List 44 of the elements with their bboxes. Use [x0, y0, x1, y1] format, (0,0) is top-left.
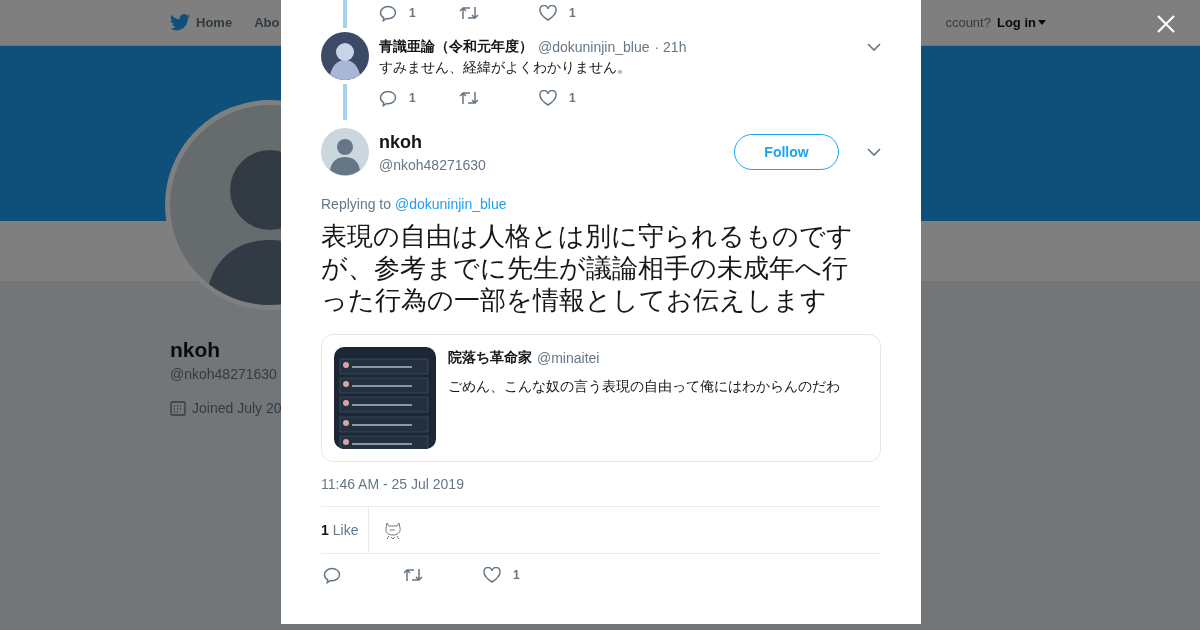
author-handle[interactable]: @nkoh48271630 — [379, 156, 724, 173]
action-count: 1 — [409, 6, 416, 20]
heart-icon[interactable] — [539, 90, 557, 106]
author-handle[interactable]: @dokuninjin_blue — [538, 39, 650, 55]
heart-icon[interactable] — [539, 5, 557, 21]
quoted-tweet[interactable]: 院落ち革命家 @minaitei ごめん、こんな奴の言う表現の自由って俺にはわからんのだわ — [321, 334, 881, 462]
author-handle[interactable]: @minaitei — [537, 350, 600, 366]
mention-link[interactable]: @dokuninjin_blue — [394, 196, 507, 212]
user-avatar — [321, 128, 369, 176]
profile-handle: @nkoh48271630 — [170, 366, 277, 382]
likes-count[interactable]: 1 Like — [321, 507, 370, 553]
reply-icon[interactable] — [379, 4, 397, 22]
quoted-text: ごめん、こんな奴の言う表現の自由って俺にはわからんのだわ — [448, 378, 840, 396]
follow-button[interactable]: Follow — [734, 134, 839, 170]
home-link[interactable]: Home — [196, 15, 233, 30]
tweet-text: 表現の自由は人格とは別に守られるものですが、参考までに先生が議論相手の未成年へ行った行為の一部を情報としてお伝えします — [321, 220, 854, 316]
replying-to: Replying to @dokuninjin_blue — [321, 196, 508, 212]
caret-icon[interactable] — [1037, 20, 1046, 25]
author-name[interactable]: 院落ち革命家 — [448, 349, 532, 367]
about-link[interactable]: Abo — [254, 15, 280, 30]
chevron-down-icon[interactable] — [867, 42, 881, 52]
action-count: 1 — [569, 6, 576, 20]
action-count: 1 — [409, 91, 416, 105]
chevron-down-icon[interactable] — [867, 147, 881, 157]
retweet-icon[interactable] — [459, 90, 479, 106]
login-link[interactable]: Log in — [996, 15, 1046, 30]
reply-icon[interactable] — [323, 566, 341, 584]
retweet-icon[interactable] — [459, 5, 479, 21]
calendar-icon — [170, 400, 186, 416]
author-name[interactable]: nkoh — [379, 131, 724, 153]
action-count: 1 — [569, 91, 576, 105]
reply-icon[interactable] — [379, 89, 397, 107]
action-count: 1 — [513, 568, 520, 582]
account-prompt: ccount? — [945, 15, 991, 30]
joined-date: Joined July 20 — [192, 400, 282, 416]
close-icon[interactable] — [1157, 15, 1175, 33]
user-avatar[interactable] — [321, 32, 369, 80]
tweet-timestamp: 11:46 AM - 25 Jul 2019 — [321, 476, 465, 492]
retweet-icon[interactable] — [403, 567, 423, 583]
profile-name: nkoh — [170, 338, 221, 362]
heart-icon[interactable] — [483, 567, 501, 583]
tweet-text: すみません、経緯がよくわかりません。 — [379, 59, 632, 77]
tweet-time[interactable]: · 21h — [654, 39, 687, 55]
author-name[interactable]: 青識亜論（令和元年度） — [379, 38, 533, 56]
